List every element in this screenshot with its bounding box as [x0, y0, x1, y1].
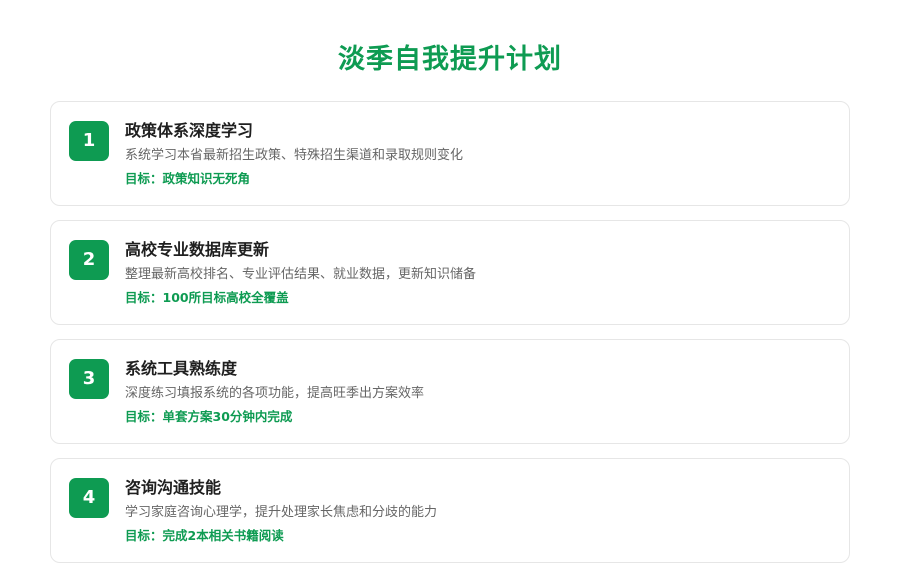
- plan-title: 咨询沟通技能: [125, 478, 222, 497]
- step-number-badge: 4: [69, 478, 109, 518]
- plan-card: 2 高校专业数据库更新 整理最新高校排名、专业评估结果、就业数据，更新知识储备 …: [50, 220, 850, 325]
- plan-title: 高校专业数据库更新: [125, 240, 270, 259]
- plan-goal: 目标：政策知识无死角: [125, 171, 251, 186]
- step-number-badge: 3: [69, 359, 109, 399]
- page-title: 淡季自我提升计划: [338, 44, 562, 75]
- step-number-badge: 2: [69, 240, 109, 280]
- plan-description: 系统学习本省最新招生政策、特殊招生渠道和录取规则变化: [125, 148, 464, 163]
- plan-card: 1 政策体系深度学习 系统学习本省最新招生政策、特殊招生渠道和录取规则变化 目标…: [50, 101, 850, 206]
- plan-card: 3 系统工具熟练度 深度练习填报系统的各项功能，提高旺季出方案效率 目标：单套方…: [50, 339, 850, 444]
- plan-title: 政策体系深度学习: [125, 121, 254, 140]
- plan-description: 深度练习填报系统的各项功能，提高旺季出方案效率: [125, 386, 425, 401]
- step-number-badge: 1: [69, 121, 109, 161]
- plan-list: 1 政策体系深度学习 系统学习本省最新招生政策、特殊招生渠道和录取规则变化 目标…: [50, 101, 850, 577]
- plan-goal: 目标：单套方案30分钟内完成: [125, 409, 293, 424]
- plan-title: 系统工具熟练度: [125, 359, 238, 378]
- plan-card: 4 咨询沟通技能 学习家庭咨询心理学，提升处理家长焦虑和分歧的能力 目标：完成2…: [50, 458, 850, 563]
- plan-goal: 目标：完成2本相关书籍阅读: [125, 528, 284, 543]
- plan-description: 学习家庭咨询心理学，提升处理家长焦虑和分歧的能力: [125, 505, 438, 520]
- plan-description: 整理最新高校排名、专业评估结果、就业数据，更新知识储备: [125, 267, 477, 282]
- plan-goal: 目标：100所目标高校全覆盖: [125, 290, 289, 305]
